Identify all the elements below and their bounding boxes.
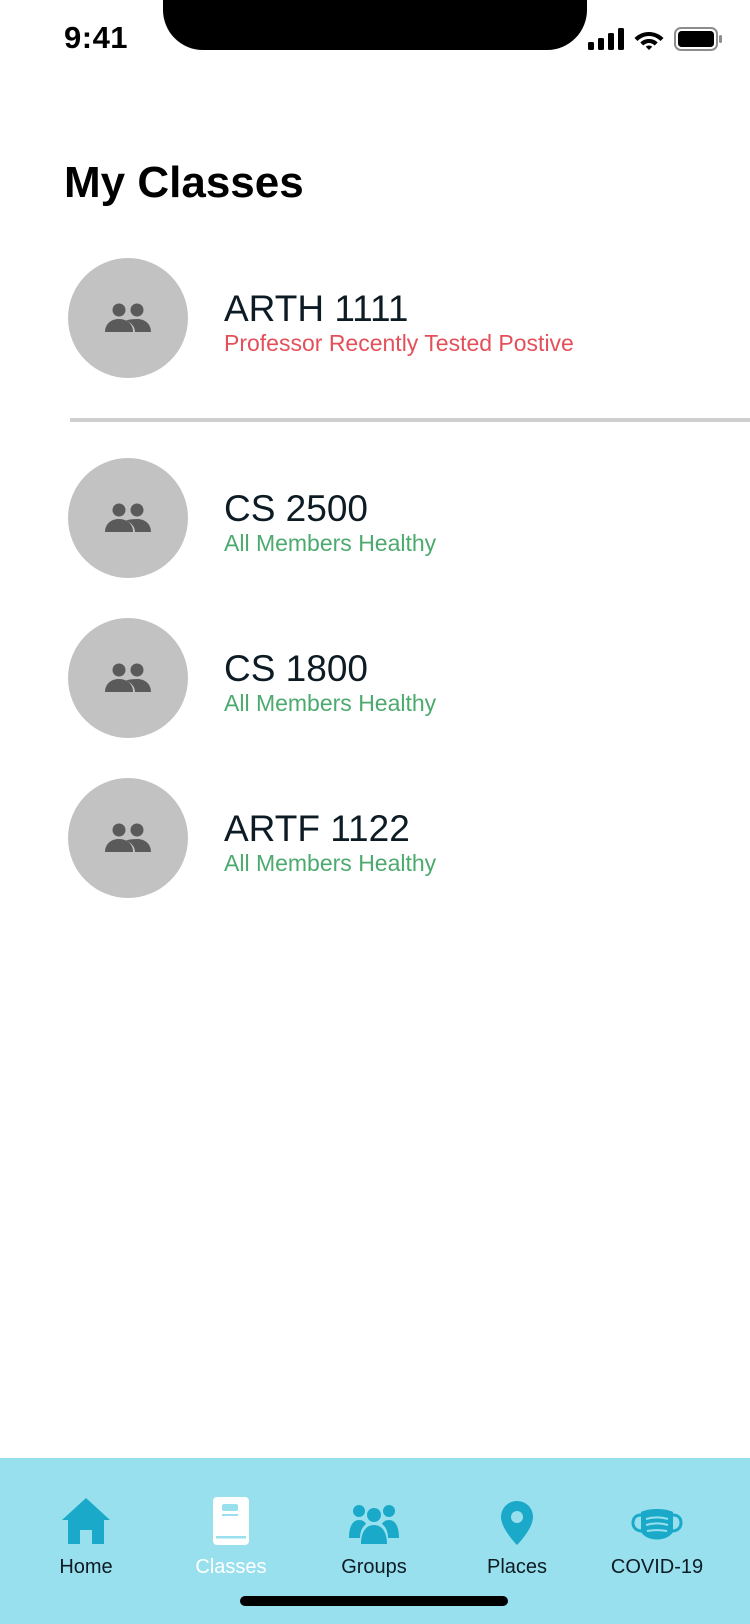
class-item[interactable]: ARTH 1111 Professor Recently Tested Post… [0, 258, 750, 380]
battery-icon [674, 27, 722, 51]
class-name: ARTF 1122 [224, 808, 410, 849]
tab-label: Home [59, 1556, 113, 1578]
class-name: CS 2500 [224, 488, 368, 529]
tab-label: COVID-19 [610, 1556, 704, 1578]
tab-label: Places [486, 1556, 548, 1578]
tab-covid-19[interactable]: COVID-19 [587, 1490, 727, 1590]
status-bar: 9:41 [0, 0, 750, 80]
list-divider [70, 418, 750, 422]
class-avatar [68, 258, 188, 378]
tab-places[interactable]: Places [447, 1490, 587, 1590]
wifi-icon [634, 32, 664, 50]
location-pin-icon [501, 1501, 533, 1545]
class-avatar [68, 458, 188, 578]
page-title: My Classes [64, 158, 304, 207]
device-notch [163, 0, 587, 50]
status-time: 9:41 [64, 20, 129, 55]
group-icon [105, 823, 151, 852]
people-icon [349, 1505, 399, 1544]
tab-groups[interactable]: Groups [304, 1490, 444, 1590]
class-name: CS 1800 [224, 648, 368, 689]
tab-label: Classes [195, 1556, 267, 1578]
cellular-signal-icon [588, 28, 624, 50]
class-item[interactable]: CS 2500 All Members Healthy [0, 458, 750, 580]
class-name: ARTH 1111 [224, 288, 409, 329]
tab-bar: Home Classes Groups Places COVID-19 [0, 1458, 750, 1624]
class-item[interactable]: ARTF 1122 All Members Healthy [0, 778, 750, 900]
class-avatar [68, 618, 188, 738]
class-status: Professor Recently Tested Postive [224, 330, 574, 356]
tab-classes[interactable]: Classes [161, 1490, 301, 1590]
class-status: All Members Healthy [224, 850, 437, 876]
class-status: All Members Healthy [224, 530, 437, 556]
home-indicator[interactable] [240, 1596, 508, 1606]
tab-home[interactable]: Home [16, 1490, 156, 1590]
group-icon [105, 663, 151, 692]
group-icon [105, 503, 151, 532]
class-avatar [68, 778, 188, 898]
tab-label: Groups [341, 1556, 407, 1578]
group-icon [105, 303, 151, 332]
class-status: All Members Healthy [224, 690, 437, 716]
class-item[interactable]: CS 1800 All Members Healthy [0, 618, 750, 740]
face-mask-icon [631, 1509, 683, 1540]
home-icon [62, 1498, 110, 1544]
book-icon [213, 1497, 249, 1545]
status-icons [588, 26, 722, 52]
